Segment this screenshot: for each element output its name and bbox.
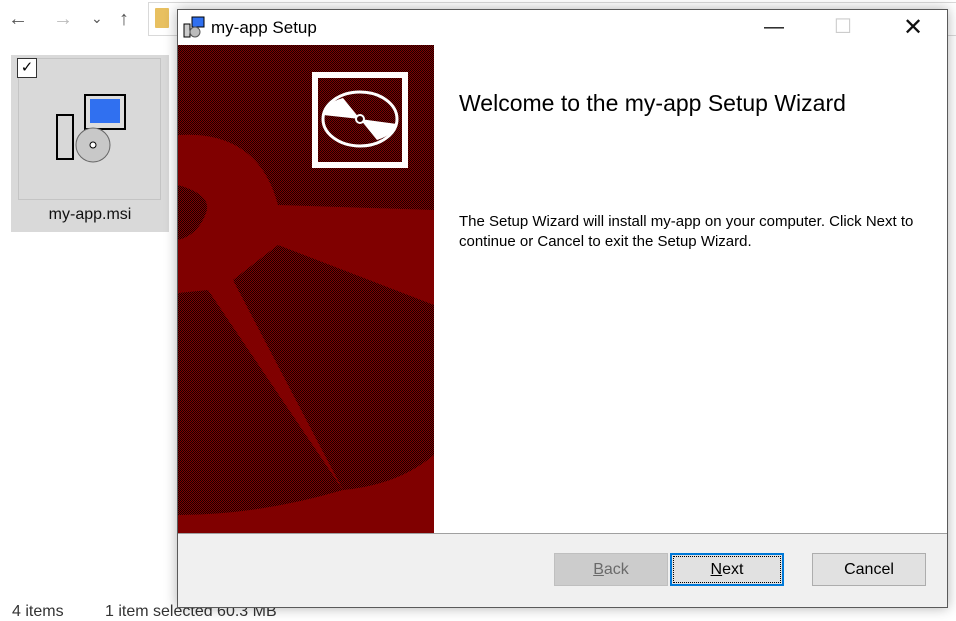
banner-image [178, 45, 434, 533]
dialog-title: my-app Setup [211, 18, 317, 37]
back-button[interactable]: Back [554, 553, 668, 586]
title-bar: my-app Setup — ☐ ✕ [178, 10, 947, 45]
close-button[interactable]: ✕ [890, 10, 936, 45]
wizard-heading: Welcome to the my-app Setup Wizard [459, 90, 846, 116]
folder-icon [155, 8, 169, 28]
status-item-count: 4 items [12, 603, 64, 620]
up-icon[interactable]: ↑ [119, 8, 129, 31]
recent-locations-icon[interactable]: ⌄ [91, 10, 103, 27]
next-button[interactable]: Next [670, 553, 784, 586]
installer-icon [183, 16, 205, 38]
file-item[interactable]: ✓ my-app.msi [11, 55, 169, 232]
back-button-label: Back [593, 561, 629, 578]
maximize-button[interactable]: ☐ [820, 10, 866, 45]
file-name: my-app.msi [48, 206, 132, 223]
wizard-description: The Setup Wizard will install my-app on … [459, 213, 914, 250]
minimize-button[interactable]: — [751, 10, 797, 45]
cancel-button[interactable]: Cancel [812, 553, 926, 586]
forward-icon[interactable]: → [53, 8, 73, 31]
divider [178, 533, 947, 534]
setup-dialog: my-app Setup — ☐ ✕ Welcome to the my-app… [177, 9, 948, 608]
installer-icon [56, 94, 126, 163]
back-icon[interactable]: ← [8, 8, 28, 31]
checkbox[interactable]: ✓ [17, 58, 37, 78]
